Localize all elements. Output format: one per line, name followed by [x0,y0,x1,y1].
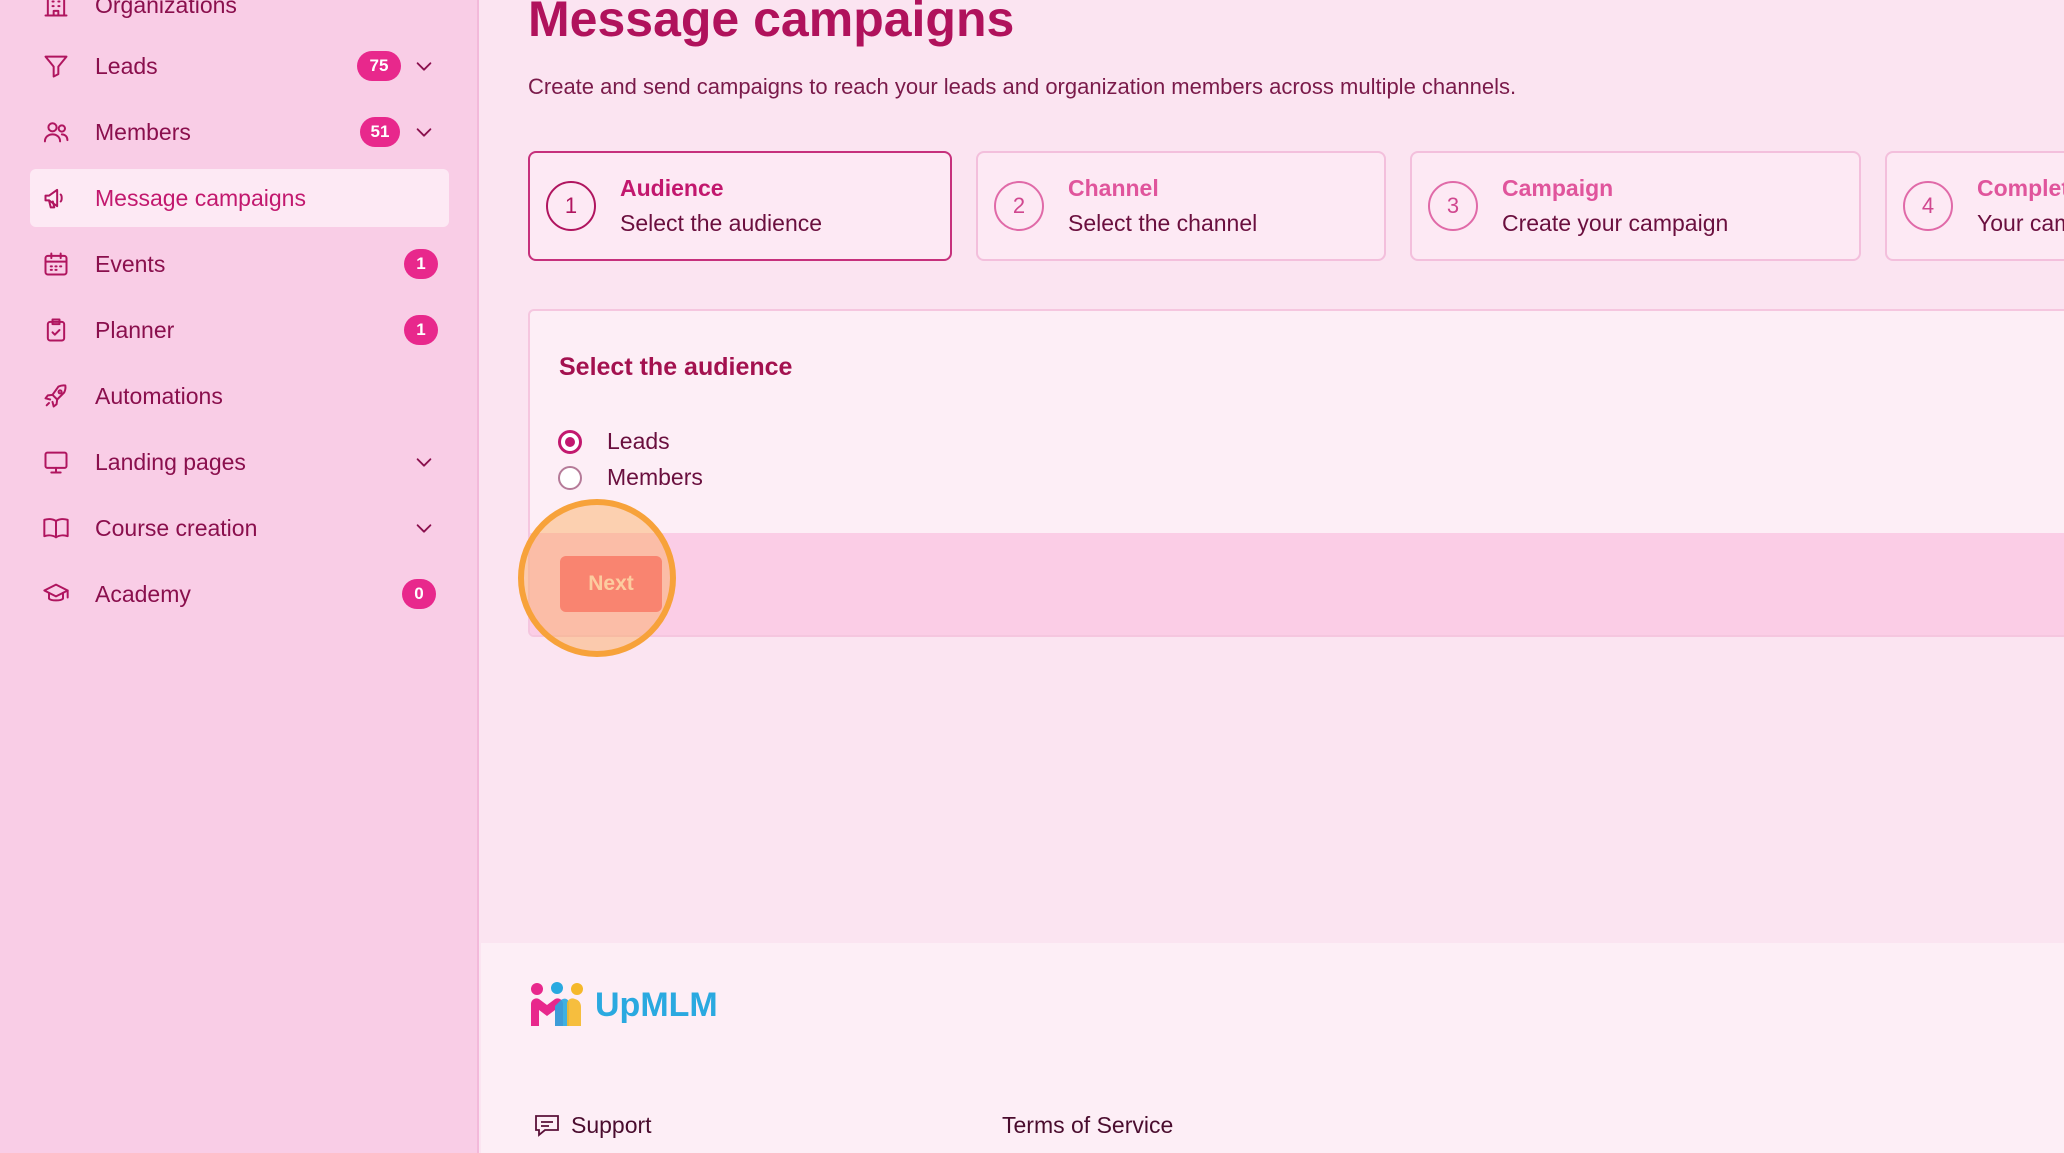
step-number: 1 [546,181,596,231]
panel-footer: Next [530,533,2064,635]
calendar-icon [42,250,70,278]
page-subtitle: Create and send campaigns to reach your … [528,74,1517,99]
support-link[interactable]: Support [533,1112,652,1139]
sidebar-item-organizations[interactable]: Organizations [30,0,449,34]
chevron-down-icon[interactable] [413,121,435,143]
step-number: 4 [1903,181,1953,231]
site-footer: UpMLM Support Terms of Service [481,943,2064,1153]
audience-option-members[interactable]: Members [558,464,703,491]
panel-heading: Select the audience [559,353,793,381]
funnel-icon [42,52,70,80]
users-icon [42,118,70,146]
sidebar-item-label: Landing pages [95,448,246,475]
sidebar-item-label: Members [95,118,191,145]
step-number: 3 [1428,181,1478,231]
sidebar-item-events[interactable]: Events 1 [30,235,449,293]
chevron-down-icon[interactable] [413,55,435,77]
sidebar: Organizations Leads 75 Members 51 Messag… [0,0,479,1153]
megaphone-icon [42,184,70,212]
sidebar-item-automations[interactable]: Automations [30,367,449,425]
step-title: Campaign [1502,175,1614,201]
sidebar-item-landing-pages[interactable]: Landing pages [30,433,449,491]
leads-count-badge: 75 [357,51,401,81]
step-title: Channel [1068,175,1159,201]
sidebar-item-planner[interactable]: Planner 1 [30,301,449,359]
logo-text: UpMLM [595,985,718,1024]
members-count-badge: 51 [360,117,400,147]
step-description: Create your campaign [1502,210,1729,236]
step-channel[interactable]: 2 Channel Select the channel [976,151,1386,261]
next-button[interactable]: Next [560,556,662,612]
chevron-down-icon[interactable] [413,451,435,473]
book-icon [42,514,70,542]
step-description: Select the channel [1068,210,1258,236]
step-description: Your cam [1977,210,2064,236]
step-title: Audience [620,175,724,201]
step-number: 2 [994,181,1044,231]
monitor-icon [42,448,70,476]
planner-count-badge: 1 [404,315,438,345]
step-campaign[interactable]: 3 Campaign Create your campaign [1410,151,1861,261]
sidebar-item-label: Events [95,250,166,277]
support-label: Support [571,1112,652,1138]
events-count-badge: 1 [404,249,438,279]
audience-panel: Select the audience Leads Members Next [528,309,2064,637]
chevron-down-icon[interactable] [413,517,435,539]
sidebar-item-message-campaigns[interactable]: Message campaigns [30,169,449,227]
step-title: Complet [1977,175,2064,201]
radio-label: Members [607,464,703,490]
logo[interactable]: UpMLM [527,980,718,1030]
rocket-icon [42,382,70,410]
sidebar-item-label: Course creation [95,514,258,541]
sidebar-item-label: Message campaigns [95,184,306,211]
graduation-cap-icon [42,580,70,608]
terms-of-service-link[interactable]: Terms of Service [1002,1112,1173,1139]
sidebar-item-leads[interactable]: Leads 75 [30,37,449,95]
members-radio[interactable] [558,465,582,490]
sidebar-item-label: Leads [95,52,158,79]
sidebar-item-label: Organizations [95,0,237,18]
step-complete[interactable]: 4 Complet Your cam [1885,151,2064,261]
step-description: Select the audience [620,210,823,236]
sidebar-item-label: Planner [95,316,175,343]
sidebar-item-course-creation[interactable]: Course creation [30,499,449,557]
radio-label: Leads [607,428,670,454]
sidebar-item-academy[interactable]: Academy 0 [30,565,449,623]
sidebar-item-label: Academy [95,580,191,607]
clipboard-icon [42,316,70,344]
chat-bubble-icon [535,1114,559,1137]
building-icon [42,0,70,19]
page-title: Message campaigns [528,0,1015,47]
upmlm-logo-icon [531,982,583,1026]
audience-option-leads[interactable]: Leads [558,428,670,455]
step-audience[interactable]: 1 Audience Select the audience [528,151,952,261]
sidebar-item-label: Automations [95,382,223,409]
leads-radio[interactable] [558,429,582,454]
sidebar-item-members[interactable]: Members 51 [30,103,449,161]
academy-count-badge: 0 [402,579,436,609]
